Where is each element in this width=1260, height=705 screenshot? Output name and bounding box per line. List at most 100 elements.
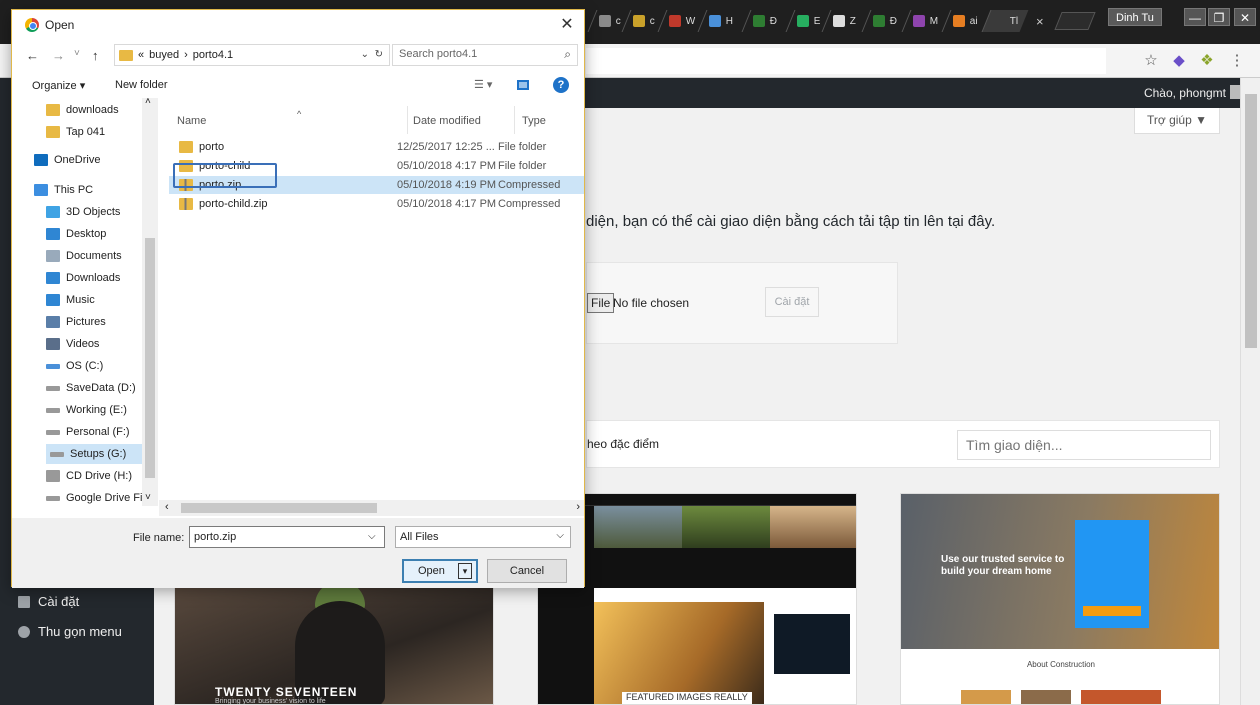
preview-pane-icon[interactable] [517,80,529,90]
tab-favicon [833,15,845,27]
chevron-down-icon[interactable]: ⌵ [368,531,376,542]
search-icon[interactable]: ⌕ [564,47,571,62]
page-scrollbar[interactable] [1240,78,1260,705]
column-divider[interactable] [514,106,515,134]
scrollbar-thumb[interactable] [145,238,155,478]
profile-button[interactable]: Dinh Tu [1108,8,1162,26]
scroll-right-icon[interactable]: › [576,501,580,513]
theme-preview-image [770,506,856,548]
nav-pane-item[interactable]: This PC [34,180,152,200]
browser-tab[interactable]: H [697,10,744,32]
breadcrumb-item[interactable]: buyed [149,49,179,61]
new-folder-button[interactable]: New folder [115,79,168,91]
browser-tab[interactable]: Đ [741,10,788,32]
tab-title: c [650,15,655,27]
theme-preview-caption: FEATURED IMAGES REALLY [622,692,752,704]
column-header-type[interactable]: Type [522,115,546,127]
url-field[interactable] [586,48,1106,74]
theme-card-magazine[interactable]: FEATURED IMAGES REALLY [537,493,857,705]
install-button[interactable]: Cài đặt [765,287,819,317]
drive-icon [46,495,60,501]
nav-pane-item-label: Tap 041 [66,126,106,138]
download-icon [46,272,60,284]
scrollbar-thumb[interactable] [181,503,377,513]
breadcrumb[interactable]: « buyed › porto4.1 ⌄ ↻ [114,44,390,66]
choose-file-button[interactable]: File [587,293,615,313]
browser-tab[interactable]: Đ [861,10,908,32]
minimize-button[interactable]: — [1184,8,1206,26]
column-divider[interactable] [407,106,408,134]
upload-form: File No file chosen Cài đặt [586,262,898,344]
extension-icon[interactable]: ❖ [1198,52,1216,70]
scroll-up-icon[interactable]: ˄ [145,96,151,107]
file-list-hscrollbar[interactable]: ‹ › [159,500,584,516]
bookmark-star-icon[interactable]: ☆ [1142,52,1160,70]
close-icon[interactable]: ✕ [556,14,578,36]
theme-preview-image [682,506,770,548]
maximize-button[interactable]: ❐ [1208,8,1230,26]
scroll-left-icon[interactable]: ‹ [165,501,169,513]
theme-search-input[interactable] [957,430,1211,460]
chevron-down-icon[interactable]: ⌄ [361,49,369,60]
tab-close-icon[interactable]: × [1036,14,1044,29]
recent-locations-icon[interactable]: ˅ [74,48,80,59]
column-header-name[interactable]: Name [177,115,206,127]
refresh-icon[interactable]: ↻ [375,49,383,60]
scroll-down-icon[interactable]: ˅ [145,492,151,503]
extension-icon[interactable]: ◆ [1170,52,1188,70]
browser-tab[interactable]: ai [941,10,989,32]
file-row[interactable]: porto-child.zip 05/10/2018 4:17 PM Compres… [169,195,584,213]
back-icon[interactable]: ← [26,48,39,63]
search-input[interactable]: Search porto4.1 ⌕ [392,44,578,66]
breadcrumb-separator[interactable]: › [184,49,188,61]
open-options-dropdown[interactable]: ▾ [458,563,472,579]
breadcrumb-item[interactable]: porto4.1 [193,49,233,61]
dialog-title-bar[interactable]: Open ✕ [12,10,584,40]
tab-favicon [669,15,681,27]
feature-filter-link[interactable]: heo đặc điểm [587,437,659,451]
browser-tab[interactable]: Z [821,10,867,32]
scrollbar-thumb[interactable] [1245,94,1257,348]
browser-menu-icon[interactable]: ⋮ [1228,52,1246,70]
forward-icon[interactable]: → [52,48,65,63]
cd-icon [46,470,60,482]
dialog-command-bar: Organize ▾ New folder ☰ ▾ ? [12,72,584,98]
window-close-button[interactable]: ✕ [1234,8,1256,26]
help-icon[interactable]: ? [553,77,569,93]
pc-icon [34,184,48,196]
browser-tab[interactable]: Tl [981,10,1029,32]
nav-pane-item-label: Setups (G:) [70,448,127,460]
column-header-date[interactable]: Date modified [413,115,481,127]
organize-menu[interactable]: Organize ▾ [32,79,85,92]
tab-favicon [873,15,885,27]
file-name: porto [199,141,225,153]
view-options-icon[interactable]: ☰ ▾ [474,78,492,91]
theme-preview-video [774,614,850,674]
up-folder-icon[interactable]: ↑ [92,48,99,63]
user-greeting[interactable]: Chào, phongmt [1144,86,1226,100]
tab-title: H [726,15,734,27]
file-row[interactable]: porto 12/25/2017 12:25 ... File folder [169,138,584,156]
nav-pane-item-label: Downloads [66,272,121,284]
theme-card-twenty-seventeen[interactable]: TWENTY SEVENTEEN Bringing your business'… [174,580,494,705]
video-icon [46,338,60,350]
folder-icon [46,126,60,138]
sidebar-item-collapse[interactable]: Thu gọn menu [18,624,122,639]
nav-pane-item-label: Desktop [66,228,107,240]
sidebar-item-settings[interactable]: Cài đặt [18,594,79,609]
file-type: Compressed [498,198,561,210]
nav-pane-item[interactable]: OneDrive [34,150,152,170]
breadcrumb-controls: ⌄ ↻ [361,49,383,60]
drive-icon [46,407,60,413]
help-tab[interactable]: Trợ giúp ▼ [1134,108,1220,134]
theme-card-construction[interactable]: Use our trusted service to build your dr… [900,493,1220,705]
nav-pane-scrollbar[interactable]: ˄ ˅ [142,96,158,506]
file-name-input[interactable]: porto.zip [189,526,385,548]
cancel-button[interactable]: Cancel [487,559,567,583]
file-type-select[interactable]: All Files ⌵ [395,526,571,548]
new-tab-button[interactable] [1054,12,1096,30]
open-button[interactable]: Open ▾ [402,559,478,583]
file-date: 12/25/2017 12:25 ... [397,141,495,153]
breadcrumb-overflow[interactable]: « [138,49,144,61]
tab-favicon [913,15,925,27]
